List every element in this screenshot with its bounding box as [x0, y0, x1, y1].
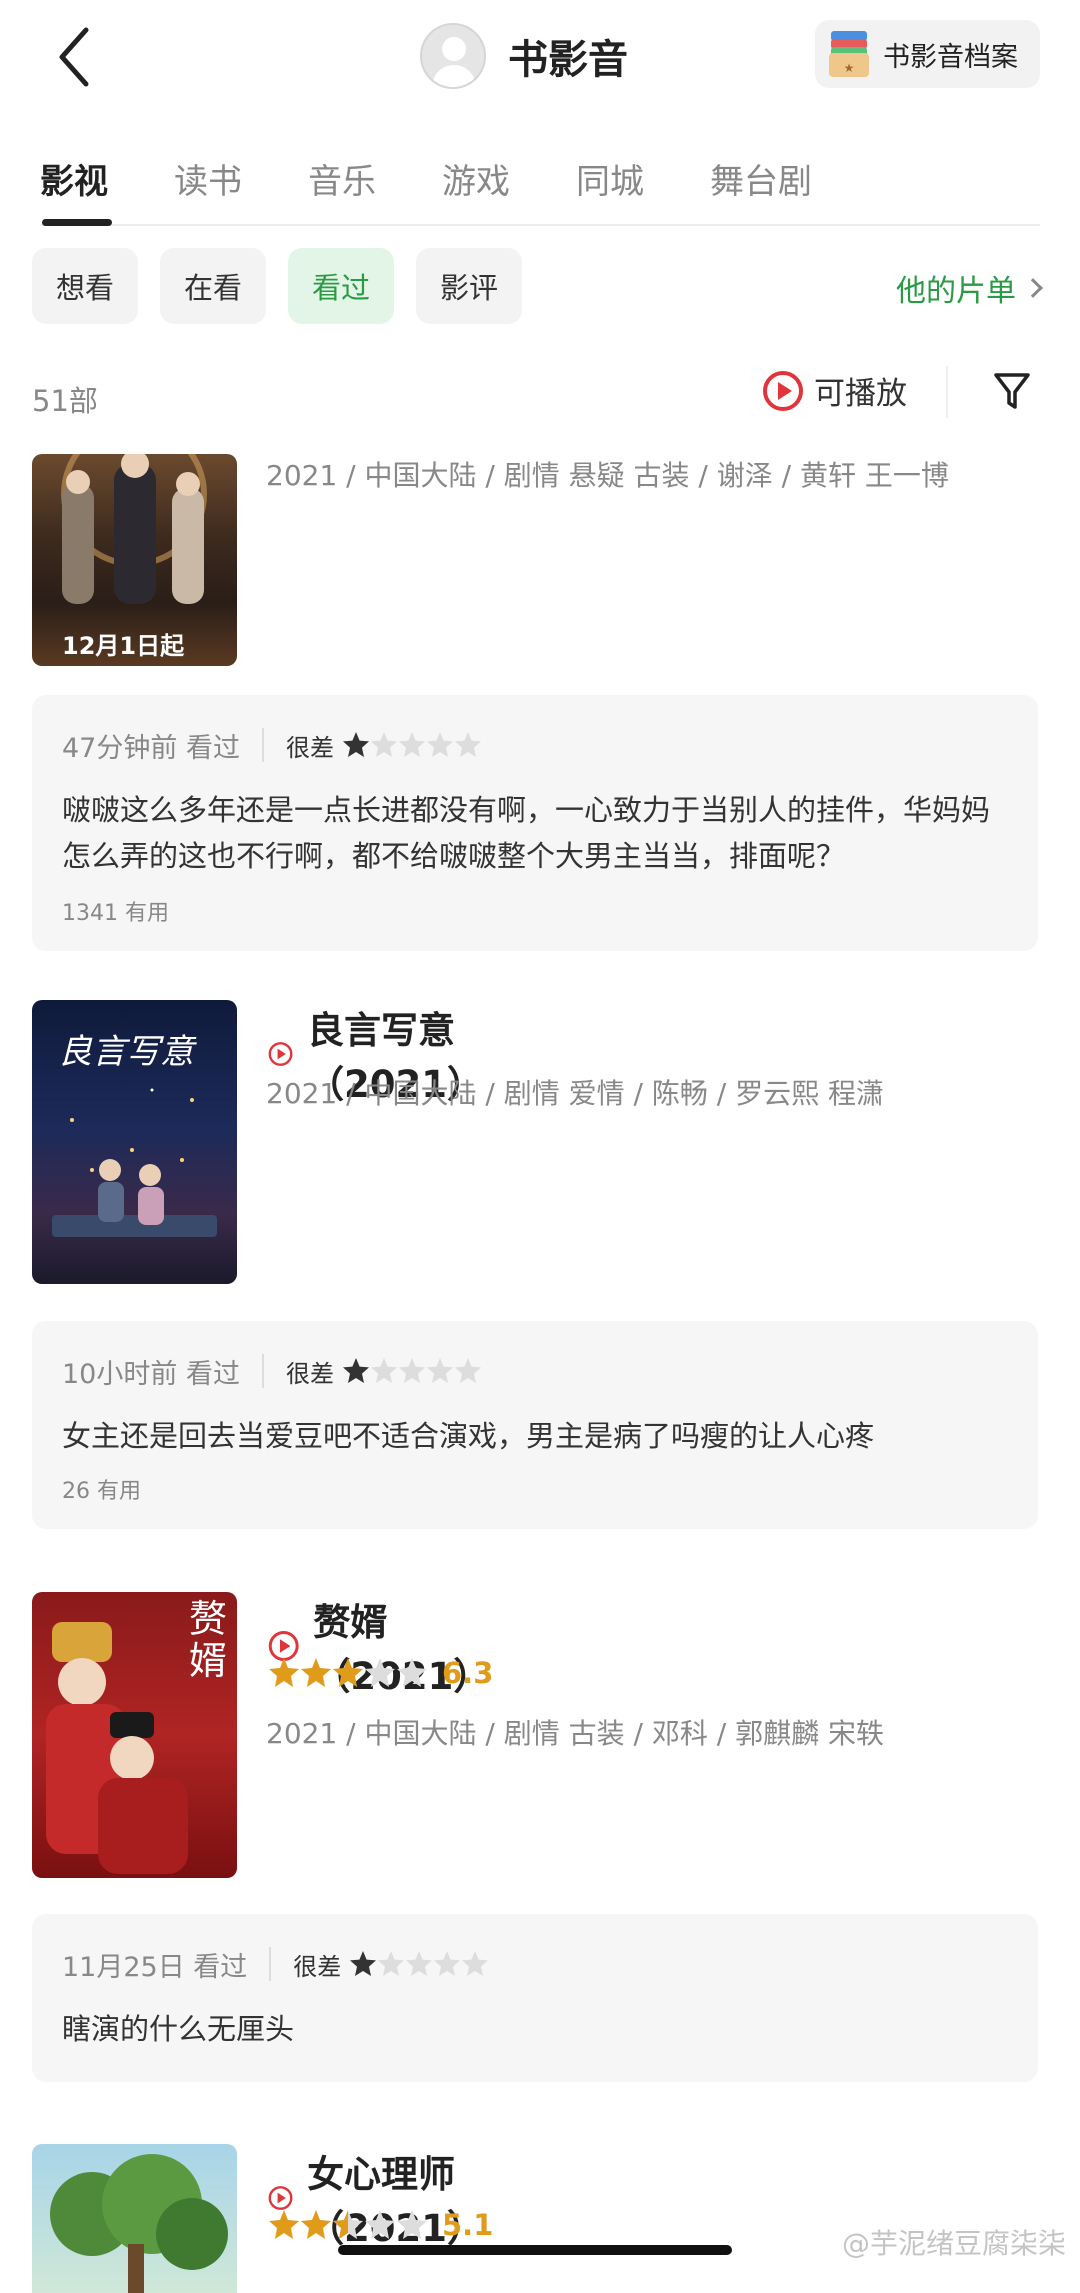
movie-poster[interactable]: 赘婿: [32, 1592, 237, 1878]
archive-button[interactable]: ★ 书影音档案: [815, 20, 1040, 88]
archive-icon: ★: [829, 31, 869, 77]
review-stars: [349, 1950, 489, 1978]
movie-meta: 2021 / 中国大陆 / 剧情 爱情 / 陈畅 / 罗云熙 程潇: [266, 1077, 884, 1110]
useful-count[interactable]: 1341 有用: [62, 895, 169, 927]
movie-poster[interactable]: 良言写意: [32, 1000, 237, 1284]
tab-games[interactable]: 游戏: [442, 130, 510, 224]
movie-poster[interactable]: 12月1日起: [32, 454, 237, 666]
back-icon[interactable]: [50, 22, 100, 92]
review-time: 11月25日 看过: [62, 1951, 248, 1983]
watermark: @芋泥绪豆腐柒柒: [841, 2227, 1066, 2260]
review-text: 女主还是回去当爱豆吧不适合演戏，男主是病了吗瘦的让人心疼: [62, 1419, 875, 1453]
poster-caption: 12月1日起: [62, 632, 185, 660]
lists-link-label: 他的片单: [896, 274, 1016, 309]
lists-link[interactable]: 他的片单: [896, 266, 1043, 310]
star-rating-icon: [342, 1358, 481, 1383]
divider: [261, 728, 264, 762]
movie-rating: 6.3: [268, 1656, 493, 1690]
movie-meta: 2021 / 中国大陆 / 剧情 古装 / 邓科 / 郭麒麟 宋轶: [266, 1717, 884, 1750]
home-indicator[interactable]: [338, 2245, 732, 2255]
status-chips: 想看 在看 看过 影评: [32, 248, 544, 324]
chip-watched[interactable]: 看过: [288, 248, 395, 324]
review-rating-label: 很差: [293, 1952, 342, 1981]
star-rating-icon: [342, 732, 481, 757]
playable-filter[interactable]: 可播放: [762, 368, 907, 413]
category-tabs: 影视 读书 音乐 游戏 同城 舞台剧: [40, 130, 1040, 226]
review-rating-label: 很差: [285, 1359, 334, 1388]
movie-rating: 5.1: [268, 2208, 493, 2242]
review-stars: [342, 1357, 482, 1385]
review-card[interactable]: 47分钟前 看过 很差 啵啵这么多年还是一点长进都没有啊，一心致力于当别人的挂件…: [32, 695, 1038, 951]
chip-reviews[interactable]: 影评: [416, 248, 523, 324]
review-card[interactable]: 11月25日 看过 很差 瞎演的什么无厘头: [32, 1914, 1038, 2082]
divider: [269, 1947, 272, 1981]
review-card[interactable]: 10小时前 看过 很差 女主还是回去当爱豆吧不适合演戏，男主是病了吗瘦的让人心疼…: [32, 1321, 1038, 1529]
page-title: 书影音: [508, 37, 628, 83]
playable-label: 可播放: [814, 376, 907, 412]
star-rating-icon: [269, 1658, 427, 1687]
archive-label: 书影音档案: [883, 41, 1018, 73]
star-rating-icon: [350, 1951, 489, 1976]
poster-title: 良言写意: [58, 1032, 194, 1072]
chip-watching[interactable]: 在看: [160, 248, 267, 324]
useful-count[interactable]: 26 有用: [62, 1473, 141, 1505]
item-count: 51部: [32, 384, 98, 418]
review-time: 10小时前 看过: [62, 1358, 240, 1390]
movie-meta: 2021 / 中国大陆 / 剧情 悬疑 古装 / 谢泽 / 黄轩 王一博: [266, 459, 949, 492]
chip-want[interactable]: 想看: [32, 248, 139, 324]
review-time: 47分钟前 看过: [62, 732, 240, 764]
review-stars: [342, 731, 482, 759]
review-header: 10小时前 看过 很差: [62, 1351, 482, 1391]
review-text: 啵啵这么多年还是一点长进都没有啊，一心致力于当别人的挂件，华妈妈怎么弄的这也不行…: [62, 793, 991, 873]
poster-title: 赘婿: [189, 1597, 228, 1683]
movie-poster[interactable]: [32, 2144, 237, 2293]
header: 书影音 ★ 书影音档案: [0, 0, 1080, 115]
chevron-right-icon: [1023, 278, 1043, 298]
tab-local[interactable]: 同城: [576, 130, 644, 224]
tab-drama[interactable]: 舞台剧: [710, 130, 812, 224]
tab-music[interactable]: 音乐: [308, 130, 376, 224]
avatar[interactable]: [420, 23, 486, 89]
tab-books[interactable]: 读书: [174, 130, 242, 224]
play-icon[interactable]: [268, 1033, 293, 1075]
rating-score: 5.1: [442, 2208, 494, 2242]
review-header: 47分钟前 看过 很差: [62, 725, 482, 765]
filter-icon[interactable]: [992, 370, 1032, 412]
review-text: 瞎演的什么无厘头: [62, 2012, 295, 2046]
play-icon: [763, 370, 803, 411]
rating-score: 6.3: [442, 1656, 494, 1690]
poster-art: [50, 2154, 228, 2293]
review-rating-label: 很差: [285, 733, 334, 762]
star-rating-icon: [269, 2210, 427, 2239]
divider: [946, 366, 948, 418]
review-header: 11月25日 看过 很差: [62, 1944, 489, 1984]
divider: [261, 1354, 264, 1388]
svg-text:★: ★: [844, 61, 855, 75]
tab-film[interactable]: 影视: [40, 130, 112, 226]
title-area: 书影音: [420, 20, 628, 92]
